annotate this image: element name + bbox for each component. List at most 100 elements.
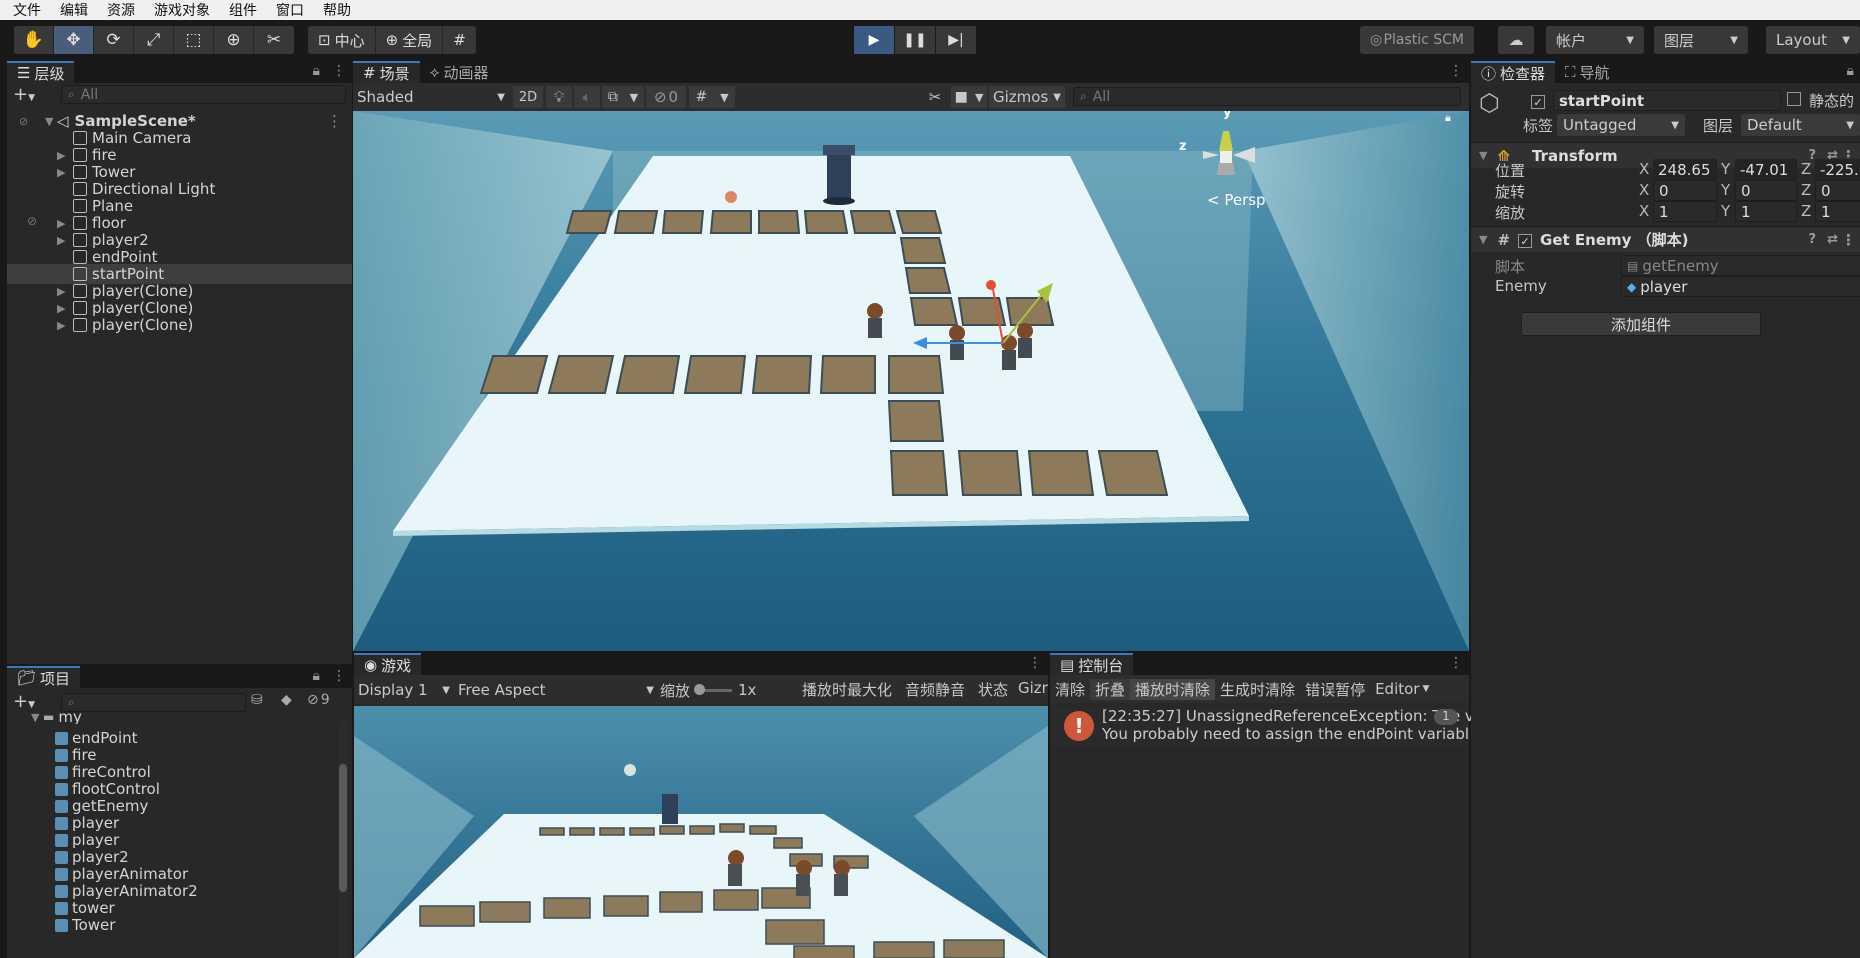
clear-on-play-toggle[interactable]: 播放时清除 (1130, 678, 1216, 700)
maximize-on-play-button[interactable]: 播放时最大化 (802, 679, 892, 700)
filter-type-icon[interactable]: ⛁ (251, 692, 263, 708)
move-tool-icon[interactable]: ✥ (54, 26, 94, 54)
project-asset-item[interactable]: Tower (7, 915, 352, 935)
layout-dropdown[interactable]: Layout ▼ (1766, 26, 1860, 54)
enemy-field[interactable]: ◆ player (1621, 276, 1860, 297)
expand-arrow-icon[interactable]: ▶ (57, 166, 69, 179)
menu-edit[interactable]: 编辑 (47, 0, 94, 20)
collapse-arrow-icon[interactable]: ▼ (1479, 149, 1487, 162)
scale-x-field[interactable]: 1 (1653, 201, 1717, 222)
play-button[interactable]: ▶ (854, 26, 894, 54)
active-checkbox[interactable]: ✓ (1531, 92, 1545, 110)
shading-mode-dropdown[interactable]: Shaded ▼ (357, 86, 505, 108)
preset-icon[interactable]: ⇄ (1827, 232, 1838, 247)
menu-help[interactable]: 帮助 (310, 0, 357, 20)
aspect-dropdown[interactable]: Free Aspect ▼ (458, 679, 654, 701)
lock-icon[interactable]: 🔒︎ (1445, 111, 1451, 125)
grid-snap-toggle[interactable]: # (443, 26, 476, 54)
object-name-field[interactable]: startPoint (1553, 90, 1781, 111)
projection-toggle[interactable]: < Persp (1207, 191, 1266, 209)
help-icon[interactable]: ? (1808, 232, 1816, 247)
layers-dropdown[interactable]: 图层 ▼ (1654, 26, 1748, 54)
custom-tool-icon[interactable]: ✂ (254, 26, 294, 54)
transform-tool-icon[interactable]: ⊕ (214, 26, 254, 54)
toggle-2d-button[interactable]: 2D (513, 86, 543, 108)
get-enemy-header[interactable]: ▼ # ✓ Get Enemy （脚本) ? ⇄ ⋮ (1471, 226, 1860, 252)
collapse-toggle[interactable]: 折叠 (1090, 678, 1131, 700)
folder-row[interactable]: ▼ ▬ my (7, 710, 352, 724)
tab-game[interactable]: ◉ 游戏 (354, 653, 422, 675)
tab-hierarchy[interactable]: ☰ 层级 (7, 61, 75, 83)
menu-gameobject[interactable]: 游戏对象 (141, 0, 216, 20)
scrollbar-thumb[interactable] (339, 764, 347, 892)
menu-component[interactable]: 组件 (216, 0, 263, 20)
lock-icon[interactable]: 🔒︎ (1847, 63, 1854, 79)
scene-search[interactable]: ⌕ All (1073, 87, 1461, 106)
rect-tool-icon[interactable]: ⬚ (174, 26, 214, 54)
step-button[interactable]: ▶| (936, 26, 976, 54)
hierarchy-item[interactable]: ▶ player(Clone) (7, 315, 352, 335)
menu-assets[interactable]: 资源 (94, 0, 141, 20)
account-dropdown[interactable]: 帐户 ▼ (1546, 26, 1644, 54)
editor-target-dropdown[interactable]: Editor ▼ (1370, 680, 1434, 698)
tag-icon[interactable]: ◆ (281, 692, 292, 708)
rotation-x-field[interactable]: 0 (1653, 180, 1717, 201)
tab-scene[interactable]: # 场景 (353, 61, 420, 83)
hidden-packages-toggle[interactable]: ⊘ 9 (307, 692, 330, 708)
scene-visibility-toggle[interactable]: ⊘ 0 (646, 86, 686, 108)
expand-arrow-icon[interactable]: ▶ (57, 285, 69, 298)
console-log-row[interactable]: ! [22:35:27] UnassignedReferenceExceptio… (1050, 707, 1483, 747)
scene-viewport[interactable]: y z < Persp 🔒︎ (353, 111, 1469, 651)
game-viewport[interactable] (354, 706, 1048, 958)
add-component-button[interactable]: 添加组件 (1521, 312, 1761, 336)
more-menu-icon[interactable]: ⋮ (1841, 231, 1856, 249)
display-dropdown[interactable]: Display 1 ▼ (358, 679, 450, 701)
hierarchy-search[interactable]: ⌕ All (61, 85, 346, 104)
expand-arrow-icon[interactable]: ▶ (57, 234, 69, 247)
effects-dropdown[interactable]: ⧉ ▼ (602, 86, 644, 108)
cloud-button[interactable]: ☁ (1498, 26, 1534, 54)
clear-button[interactable]: 清除 (1050, 679, 1090, 700)
tab-animator[interactable]: ⟡ 动画器 (420, 61, 499, 83)
expand-arrow-icon[interactable]: ▶ (57, 217, 69, 230)
expand-arrow-icon[interactable]: ▶ (57, 319, 69, 332)
layer-dropdown[interactable]: Default ▼ (1741, 114, 1860, 136)
expand-arrow-icon[interactable]: ▼ (31, 711, 43, 724)
error-pause-toggle[interactable]: 错误暂停 (1300, 679, 1370, 700)
scene-orientation-gizmo[interactable]: y z < Persp (1179, 111, 1271, 221)
add-button[interactable]: +▼ (13, 691, 35, 712)
mute-audio-button[interactable]: 音频静音 (905, 679, 965, 700)
position-y-field[interactable]: -47.01 (1735, 159, 1797, 180)
visibility-icon[interactable]: ⊘ (27, 214, 37, 228)
menu-window[interactable]: 窗口 (263, 0, 310, 20)
more-menu-icon[interactable]: ⋮ (332, 668, 346, 684)
gizmos-button[interactable]: Gizr (1018, 679, 1048, 697)
grid-dropdown[interactable]: # ▼ (689, 86, 735, 108)
add-button[interactable]: +▼ (13, 84, 35, 105)
lock-icon[interactable]: 🔒︎ (313, 63, 320, 79)
plastic-scm-button[interactable]: ◎ Plastic SCM (1360, 26, 1474, 54)
rotation-z-field[interactable]: 0 (1815, 180, 1860, 201)
hand-tool-icon[interactable]: ✋ (14, 26, 54, 54)
tab-console[interactable]: ▤ 控制台 (1050, 653, 1134, 675)
component-enabled-checkbox[interactable]: ✓ (1518, 231, 1533, 249)
expand-arrow-icon[interactable]: ▼ (45, 115, 57, 128)
position-z-field[interactable]: -225.5 (1815, 159, 1860, 180)
audio-toggle[interactable]: 🔈︎ (574, 86, 600, 108)
global-toggle[interactable]: ⊕ 全局 (376, 26, 444, 54)
visibility-icon[interactable]: ⊘ (7, 115, 29, 128)
tab-project[interactable]: 📁︎ 项目 (7, 666, 81, 688)
stats-button[interactable]: 状态 (978, 679, 1008, 700)
menu-file[interactable]: 文件 (0, 0, 47, 20)
position-x-field[interactable]: 248.65 (1653, 159, 1717, 180)
more-menu-icon[interactable]: ⋮ (1449, 655, 1463, 671)
lighting-toggle[interactable]: 💡︎ (546, 86, 572, 108)
rotation-y-field[interactable]: 0 (1735, 180, 1797, 201)
tab-navigation[interactable]: ⛶ 导航 (1555, 61, 1620, 83)
pivot-toggle[interactable]: ⊡ 中心 (308, 26, 376, 54)
more-menu-icon[interactable]: ⋮ (1449, 63, 1463, 79)
collapse-arrow-icon[interactable]: ▼ (1479, 233, 1487, 246)
lock-icon[interactable]: 🔒︎ (313, 668, 320, 684)
scrollbar[interactable] (338, 722, 348, 958)
camera-dropdown[interactable]: ■ ▼ (951, 86, 987, 108)
